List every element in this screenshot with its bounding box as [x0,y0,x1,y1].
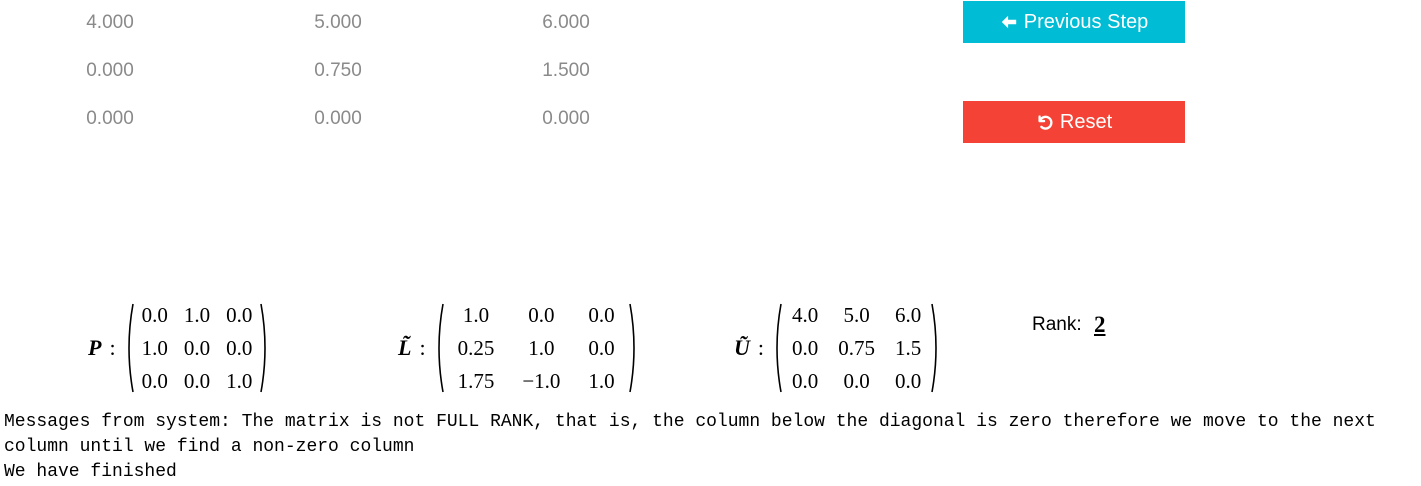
table-cell: 0.750 [314,60,362,81]
matrix-row: 0.0 1.0 0.0 [134,299,261,332]
system-messages: Messages from system: The matrix is not … [4,410,1419,485]
previous-step-button[interactable]: Previous Step [963,1,1185,43]
matrix-cell: 0.0 [588,335,615,360]
matrix-cell: 0.0 [588,302,615,327]
rank-value: 2 [1094,312,1106,337]
message-line: We have finished [4,462,177,482]
matrix-cell: 1.0 [462,302,490,327]
matrix-row: 0.0 0.75 1.5 [782,332,931,365]
matrix-cell: 0.0 [792,335,819,360]
undo-icon [1038,115,1053,130]
rank-label: Rank: [1032,314,1082,335]
matrix-cell: −1.0 [522,368,561,393]
table-cell: 0.000 [86,60,134,81]
matrix-cell: 0.0 [226,302,253,327]
matrix-colon: : [757,335,765,360]
arrow-left-icon [1001,15,1016,29]
reset-button[interactable]: Reset [963,101,1185,143]
matrix-row: 0.0 0.0 1.0 [134,365,261,398]
reset-label: Reset [1059,110,1113,133]
matrix-u: Ũ : 4.0 5.0 6.0 0.0 0.75 1.5 0.0 0.0 0.0 [734,298,941,398]
matrix-cell: 0.0 [895,368,922,393]
matrix-cell: 1.5 [895,335,922,360]
matrix-cell: 1.0 [183,302,211,327]
matrix-l: L̃ : 1.0 0.0 0.0 0.25 1.0 0.0 1.75 −1.0 … [398,298,639,398]
table-cell: 0.000 [314,108,362,129]
matrix-cell: 1.0 [588,368,615,393]
matrix-p-table: 0.0 1.0 0.0 1.0 0.0 0.0 0.0 0.0 1.0 [134,299,261,398]
matrix-cell: 0.75 [838,335,876,360]
matrix-row: 0.0 0.0 0.0 [782,365,931,398]
matrix-cell: 1.0 [141,335,168,360]
matrix-row: 1.0 0.0 0.0 [134,332,261,365]
matrix-cell: 0.0 [792,368,819,393]
matrix-cell: 5.0 [843,302,870,327]
matrix-cell: 0.0 [843,368,870,393]
matrix-colon: : [419,335,426,360]
matrix-row: 1.0 0.0 0.0 [444,299,629,332]
matrix-cell: 0.0 [226,335,253,360]
matrix-cell: 6.0 [895,302,922,327]
table-cell: 1.500 [542,60,590,81]
matrix-cell: 0.0 [183,368,211,393]
matrix-cell: 0.0 [141,302,168,327]
matrix-row: 1.75 −1.0 1.0 [444,365,629,398]
table-cell: 0.000 [86,108,134,129]
right-paren-icon [260,303,267,393]
matrix-row: 4.0 5.0 6.0 [782,299,931,332]
matrix-cell: 4.0 [792,302,819,327]
message-line: Messages from system: The matrix is not … [4,412,1376,457]
previous-step-label: Previous Step [1023,10,1149,33]
table-cell: 4.000 [86,12,134,33]
table-cell: 6.000 [542,12,590,33]
table-cell: 0.000 [542,108,590,129]
table-cell: 5.000 [314,12,362,33]
left-paren-icon [776,303,782,393]
matrix-l-label: L̃ [398,335,412,360]
matrix-cell: 0.0 [528,302,555,327]
matrix-cell: 0.0 [183,335,211,360]
matrix-colon: : [109,335,116,360]
left-paren-icon [127,303,134,393]
matrix-cell: 1.0 [226,368,253,393]
matrix-p-label: P [88,335,102,360]
right-paren-icon [931,303,938,393]
left-paren-icon [437,303,444,393]
matrix-l-table: 1.0 0.0 0.0 0.25 1.0 0.0 1.75 −1.0 1.0 [444,299,629,398]
matrix-u-table: 4.0 5.0 6.0 0.0 0.75 1.5 0.0 0.0 0.0 [782,299,931,398]
matrix-row: 0.25 1.0 0.0 [444,332,629,365]
matrix-p: P : 0.0 1.0 0.0 1.0 0.0 0.0 0.0 0.0 1.0 [88,298,270,398]
matrix-cell: 0.0 [141,368,168,393]
right-paren-icon [628,303,635,393]
matrix-cell: 0.25 [457,335,495,360]
matrix-cell: 1.75 [457,368,495,393]
matrix-u-label: Ũ [734,335,750,360]
matrix-cell: 1.0 [528,335,555,360]
